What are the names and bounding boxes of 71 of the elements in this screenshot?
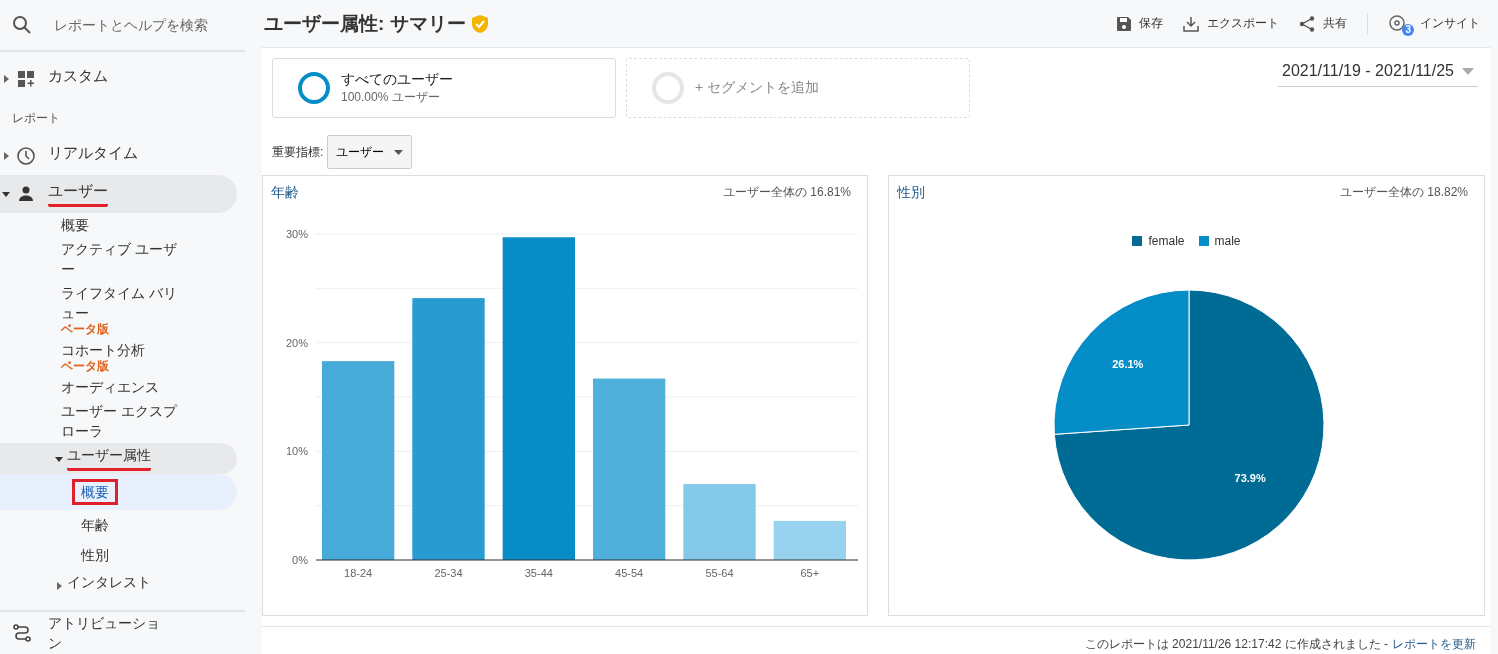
axis-label: 18-24 xyxy=(344,566,373,579)
metric-label: 重要指標: xyxy=(272,143,324,161)
nav-item[interactable]: インタレスト xyxy=(67,573,151,598)
caret-icon[interactable] xyxy=(2,152,10,160)
search-field[interactable]: レポートとヘルプを検索 xyxy=(52,16,236,34)
axis-label: 65+ xyxy=(800,566,820,579)
route-icon xyxy=(12,623,32,643)
axis-label: 30% xyxy=(285,227,308,240)
refresh-link[interactable]: レポートを更新 xyxy=(1392,636,1476,654)
legend-item: male xyxy=(1198,234,1241,248)
caret-icon[interactable] xyxy=(55,454,63,463)
beta-label: ベータ版 xyxy=(61,323,109,336)
nav-item[interactable]: ユーザー エクスプローラ xyxy=(61,401,186,441)
segment-detail: 100.00% ユーザー xyxy=(341,88,441,106)
toolbar-button[interactable]: 3 インサイト xyxy=(1388,11,1480,36)
chart-note: ユーザー全体の 18.82% xyxy=(1339,184,1468,201)
nav-item[interactable]: ライフタイム バリュー xyxy=(61,283,186,323)
axis-label: 45-54 xyxy=(615,566,644,579)
segment-name: すべてのユーザー xyxy=(341,70,453,89)
nav-item[interactable]: コホート分析 xyxy=(61,340,186,360)
share-icon xyxy=(1299,15,1316,32)
caret-icon[interactable] xyxy=(55,581,63,590)
nav-item[interactable]: アクティブ ユーザー xyxy=(61,239,186,279)
footer-text: このレポートは 2021/11/26 12:17:42 に作成されました - xyxy=(1084,636,1388,653)
nav-item[interactable]: オーディエンス xyxy=(61,377,186,397)
axis-label: 55-64 xyxy=(705,566,734,579)
caret-icon xyxy=(394,149,404,155)
toolbar-button[interactable]: 保存 xyxy=(1117,15,1164,32)
caret-icon[interactable] xyxy=(2,190,10,198)
section-label: レポート xyxy=(11,110,61,127)
download-icon xyxy=(1183,15,1200,32)
nav-item[interactable]: ユーザー xyxy=(48,181,108,207)
beta-label: ベータ版 xyxy=(61,360,109,373)
caret-icon xyxy=(1462,67,1474,75)
page-title: ユーザー属性: サマリー xyxy=(264,11,466,36)
axis-label: 20% xyxy=(285,336,308,349)
nav-item[interactable]: 性別 xyxy=(81,545,206,565)
chart-title: 性別 xyxy=(897,184,925,202)
nav-item[interactable]: リアルタイム xyxy=(48,143,138,169)
segment-ring-icon xyxy=(651,71,685,105)
caret-icon[interactable] xyxy=(2,75,10,83)
chart-note: ユーザー全体の 16.81% xyxy=(722,184,851,201)
clock-icon xyxy=(16,146,36,166)
axis-label: 0% xyxy=(292,553,308,566)
segment-card[interactable]: + セグメントを追加 xyxy=(626,58,970,118)
axis-label: 25-34 xyxy=(434,566,463,579)
axis-label: 35-44 xyxy=(524,566,553,579)
save-icon xyxy=(1117,16,1132,31)
slice-label: 73.9% xyxy=(1234,472,1266,485)
chart-title: 年齢 xyxy=(271,184,299,202)
date-range-picker[interactable]: 2021/11/19 - 2021/11/25 xyxy=(1278,58,1478,87)
nav-item[interactable]: 概要 xyxy=(72,479,118,505)
verified-shield-icon xyxy=(471,14,488,33)
segment-card[interactable]: すべてのユーザー 100.00% ユーザー xyxy=(272,58,616,118)
toolbar-button[interactable]: 共有 xyxy=(1299,15,1348,32)
dashboard-icon xyxy=(16,69,36,89)
search-icon xyxy=(12,15,32,35)
nav-item[interactable]: 概要 xyxy=(61,215,186,235)
segment-ring-icon xyxy=(297,71,331,105)
legend-item: female xyxy=(1132,234,1185,248)
nav-item[interactable]: 年齢 xyxy=(81,515,206,535)
person-icon xyxy=(16,184,36,204)
nav-item[interactable]: カスタム xyxy=(48,66,108,92)
nav-item[interactable]: ユーザー属性 xyxy=(67,446,151,471)
axis-label: 10% xyxy=(285,445,308,458)
nav-item[interactable]: アトリビューション xyxy=(48,613,173,653)
slice-label: 26.1% xyxy=(1112,357,1144,370)
count-badge: 3 xyxy=(1402,23,1414,36)
segment-name: + セグメントを追加 xyxy=(695,79,820,97)
metric-dropdown[interactable]: ユーザー xyxy=(327,135,413,169)
toolbar-button[interactable]: エクスポート xyxy=(1183,15,1280,32)
